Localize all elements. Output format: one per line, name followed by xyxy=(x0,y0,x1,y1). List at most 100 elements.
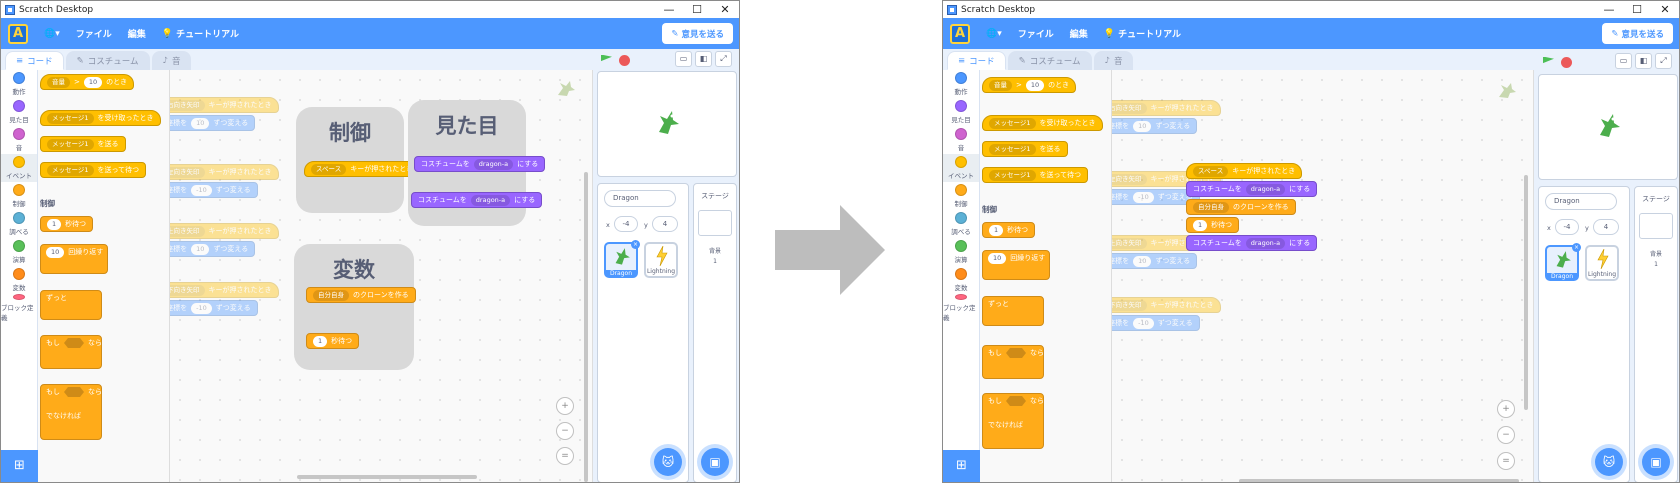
category-sound[interactable]: 音 xyxy=(1,126,37,154)
choose-sprite-button[interactable]: 🐱 xyxy=(1595,448,1623,476)
wait-block[interactable]: 1 秒待つ xyxy=(306,333,360,349)
choose-sprite-button[interactable]: 🐱 xyxy=(654,448,682,476)
edit-menu[interactable]: 編集 xyxy=(120,18,154,49)
value-input[interactable]: 10 xyxy=(46,246,65,258)
add-extension-button[interactable]: ⊞ xyxy=(1,450,38,482)
category-sound[interactable]: 音 xyxy=(943,126,979,154)
when-space-pressed-block[interactable]: スペース キーが押されたとき xyxy=(304,161,421,177)
zoom-in-button[interactable]: + xyxy=(556,397,574,415)
workspace-scrollbar-horizontal[interactable] xyxy=(1239,479,1519,482)
category-operators[interactable]: 演算 xyxy=(1,238,37,266)
green-flag-icon[interactable] xyxy=(601,54,612,62)
palette-block-when-loudness[interactable]: 音量 >10 のとき xyxy=(40,74,135,90)
category-control[interactable]: 制御 xyxy=(1,182,37,210)
palette-block-when-loudness[interactable]: 音量 >10 のとき xyxy=(982,77,1077,93)
note-control[interactable]: 制御 スペース キーが押されたとき xyxy=(296,107,421,213)
wait-block[interactable]: 1 秒待つ xyxy=(1186,217,1240,233)
edit-menu[interactable]: 編集 xyxy=(1062,18,1096,49)
fullscreen-button[interactable]: ⤢ xyxy=(1655,53,1672,69)
small-stage-button[interactable]: ▭ xyxy=(1615,53,1632,69)
zoom-out-button[interactable]: − xyxy=(1497,426,1515,444)
category-my-blocks[interactable]: ブロック定義 xyxy=(1,294,37,322)
category-events[interactable]: イベント xyxy=(1,154,37,182)
condition-slot[interactable] xyxy=(1006,348,1026,358)
workspace-scrollbar-horizontal[interactable] xyxy=(297,475,477,479)
x-coordinate-field[interactable]: -4 xyxy=(614,216,638,232)
category-motion[interactable]: 動作 xyxy=(943,70,979,98)
loudness-dropdown[interactable]: 音量 xyxy=(47,76,70,88)
when-space-pressed-block[interactable]: スペース キーが押されたとき xyxy=(1186,163,1303,179)
delete-sprite-icon[interactable]: × xyxy=(631,240,640,249)
tab-code[interactable]: ≡ コード xyxy=(5,51,64,70)
value-input[interactable]: 1 xyxy=(989,224,1004,236)
sprite-tile-dragon[interactable]: × Dragon xyxy=(1545,243,1581,281)
palette-block-wait[interactable]: 1 秒待つ xyxy=(40,216,94,232)
workspace-scrollbar-vertical[interactable] xyxy=(584,172,588,482)
note-variables[interactable]: 変数 自分自身 のクローンを作る 1 秒待つ xyxy=(294,244,416,370)
palette-block-broadcast-wait[interactable]: メッセージ1 を送って待つ xyxy=(40,162,147,178)
palette-block-wait[interactable]: 1 秒待つ xyxy=(982,222,1036,238)
zoom-out-button[interactable]: − xyxy=(556,422,574,440)
condition-slot[interactable] xyxy=(1006,396,1026,406)
palette-block-broadcast[interactable]: メッセージ1 を送る xyxy=(40,136,126,152)
condition-slot[interactable] xyxy=(64,387,84,397)
tab-code[interactable]: ≡ コード xyxy=(947,51,1006,70)
y-coordinate-field[interactable]: 4 xyxy=(652,216,678,232)
costume-dropdown[interactable]: dragon-a xyxy=(1245,183,1286,195)
sprite-tile-lightning[interactable]: Lightning xyxy=(1585,245,1619,281)
sprite-tile-lightning[interactable]: Lightning xyxy=(644,242,678,278)
sprite-name-field[interactable]: Dragon xyxy=(1545,193,1617,210)
workspace-scrollbar-vertical[interactable] xyxy=(1524,175,1528,410)
clone-target-dropdown[interactable]: 自分自身 xyxy=(313,289,349,301)
tab-sound[interactable]: ♪ 音 xyxy=(151,51,192,70)
value-input[interactable]: 10 xyxy=(988,252,1007,264)
condition-slot[interactable] xyxy=(64,338,84,348)
add-extension-button[interactable]: ⊞ xyxy=(943,450,980,482)
language-menu[interactable]: 🌐 ▾ xyxy=(978,18,1010,49)
create-clone-block[interactable]: 自分自身 のクローンを作る xyxy=(306,287,416,303)
palette-block-broadcast[interactable]: メッセージ1 を送る xyxy=(982,141,1068,157)
scratch-logo[interactable]: A xyxy=(8,23,28,44)
minimize-button[interactable]: — xyxy=(1595,1,1623,18)
large-stage-button[interactable]: ◧ xyxy=(695,51,712,67)
switch-costume-block[interactable]: コスチュームを dragon-a にする xyxy=(414,156,546,172)
category-looks[interactable]: 見た目 xyxy=(943,98,979,126)
value-input[interactable]: 1 xyxy=(47,218,62,230)
sprite-tile-dragon[interactable]: × Dragon xyxy=(604,240,640,278)
category-my-blocks[interactable]: ブロック定義 xyxy=(943,294,979,322)
category-sensing[interactable]: 調べる xyxy=(1,210,37,238)
green-flag-icon[interactable] xyxy=(1543,56,1554,64)
note-looks[interactable]: 見た目 コスチュームを dragon-a にする コスチュームを dragon-a にす… xyxy=(408,100,546,226)
close-button[interactable]: ✕ xyxy=(1651,1,1679,18)
code-workspace[interactable]: 右向き矢印キーが押されたとき x座標を10ずつ変える 左向き矢印キーが押されたと… xyxy=(170,70,593,482)
palette-block-broadcast-wait[interactable]: メッセージ1 を送って待つ xyxy=(982,167,1089,183)
code-workspace[interactable]: 右向き矢印キーが押されたとき x座標を10ずつ変える 左向き矢印キーが押されたと… xyxy=(1112,70,1534,482)
scratch-logo[interactable]: A xyxy=(950,23,970,44)
y-coordinate-field[interactable]: 4 xyxy=(1593,219,1619,235)
delete-sprite-icon[interactable]: × xyxy=(1572,243,1581,252)
feedback-button[interactable]: ✎ 意見を送る xyxy=(1602,23,1673,44)
message-dropdown[interactable]: メッセージ1 xyxy=(47,112,94,124)
category-variables[interactable]: 変数 xyxy=(1,266,37,294)
category-operators[interactable]: 演算 xyxy=(943,238,979,266)
message-dropdown[interactable]: メッセージ1 xyxy=(47,164,94,176)
x-coordinate-field[interactable]: -4 xyxy=(1555,219,1579,235)
category-variables[interactable]: 変数 xyxy=(943,266,979,294)
palette-block-when-received[interactable]: メッセージ1 を受け取ったとき xyxy=(40,110,161,126)
file-menu[interactable]: ファイル xyxy=(68,18,120,49)
tab-costume[interactable]: ✎ コスチューム xyxy=(65,51,150,70)
file-menu[interactable]: ファイル xyxy=(1010,18,1062,49)
create-clone-block[interactable]: 自分自身 のクローンを作る xyxy=(1186,199,1296,215)
tutorial-menu[interactable]: 💡 チュートリアル xyxy=(154,18,247,49)
sprite-name-field[interactable]: Dragon xyxy=(604,190,676,207)
close-button[interactable]: ✕ xyxy=(711,1,739,18)
category-looks[interactable]: 見た目 xyxy=(1,98,37,126)
palette-block-when-received[interactable]: メッセージ1 を受け取ったとき xyxy=(982,115,1103,131)
category-motion[interactable]: 動作 xyxy=(1,70,37,98)
large-stage-button[interactable]: ◧ xyxy=(1635,53,1652,69)
stage-canvas[interactable] xyxy=(597,71,737,177)
message-dropdown[interactable]: メッセージ1 xyxy=(989,117,1036,129)
language-menu[interactable]: 🌐 ▾ xyxy=(36,18,68,49)
category-sensing[interactable]: 調べる xyxy=(943,210,979,238)
stage-selector[interactable]: ステージ 背景 1 ▣ xyxy=(693,183,737,482)
